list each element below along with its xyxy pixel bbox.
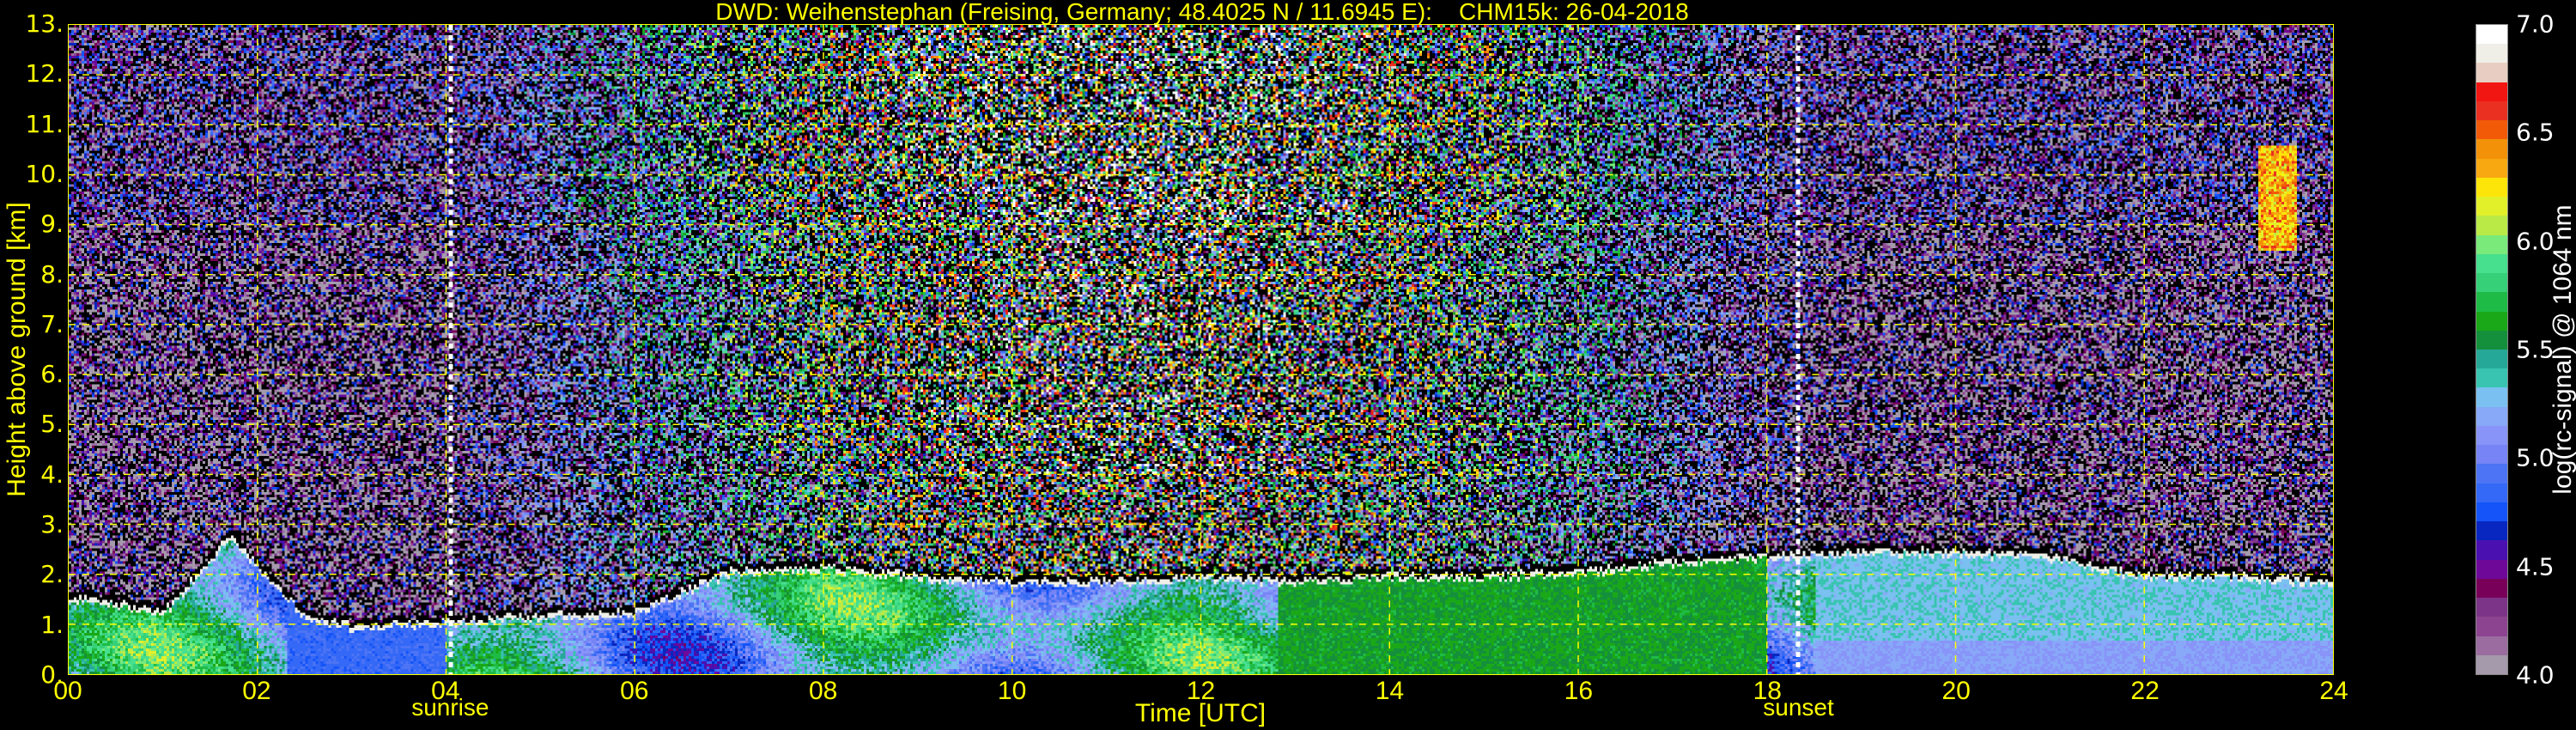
y-tick-label: 11. (25, 109, 64, 138)
colorbar-segment (2476, 216, 2507, 235)
y-tick-label: 5. (40, 410, 64, 439)
x-tick-label: 22 (2130, 677, 2160, 705)
y-axis-label: Height above ground [km] (3, 202, 31, 497)
y-tick-label: 13. (25, 9, 64, 38)
colorbar-segment (2476, 540, 2507, 560)
colorbar-segment (2476, 502, 2507, 522)
colorbar-segment (2476, 578, 2507, 599)
colorbar-segment (2476, 654, 2507, 674)
colorbar-segment (2476, 292, 2507, 312)
colorbar-tick-label: 4.5 (2516, 552, 2555, 581)
colorbar-segment (2476, 598, 2507, 617)
x-tick-label: 14 (1375, 677, 1405, 705)
colorbar-segment (2476, 636, 2507, 655)
chart-title: DWD: Weihenstephan (Freising, Germany; 4… (715, 0, 1689, 25)
colorbar-segment (2476, 273, 2507, 293)
colorbar-segment (2476, 387, 2507, 407)
event-label-sunrise: sunrise (411, 694, 489, 721)
colorbar-segment (2476, 464, 2507, 484)
colorbar-segment (2476, 234, 2507, 254)
y-tick-label: 7. (40, 309, 64, 338)
colorbar-segment (2476, 483, 2507, 502)
colorbar-segment (2476, 177, 2507, 198)
colorbar-segment (2476, 311, 2507, 331)
colorbar-segment (2476, 349, 2507, 369)
y-tick-label: 8. (40, 259, 64, 289)
y-tick-label: 10. (25, 159, 64, 188)
colorbar-segment (2476, 559, 2507, 579)
plot-area (68, 24, 2334, 675)
colorbar-tick-label: 4.0 (2516, 660, 2555, 690)
colorbar-segment (2476, 521, 2507, 541)
y-tick-label: 9. (40, 210, 64, 239)
x-tick-label: 06 (620, 677, 649, 705)
colorbar-segment (2476, 82, 2507, 101)
colorbar-segment (2476, 120, 2507, 140)
colorbar-segment (2476, 406, 2507, 426)
colorbar-segment (2476, 253, 2507, 274)
y-tick-label: 2. (40, 560, 64, 589)
colorbar-label: log(rc-signal) @ 1064 nm (2549, 204, 2576, 495)
x-tick-label: 02 (242, 677, 271, 705)
colorbar-segment (2476, 445, 2507, 465)
colorbar-segment (2476, 425, 2507, 446)
colorbar-segment (2476, 139, 2507, 159)
colorbar (2476, 24, 2508, 675)
colorbar-segment (2476, 100, 2507, 121)
colorbar-segment (2476, 158, 2507, 178)
y-tick-label: 4. (40, 459, 64, 489)
x-tick-label: 08 (808, 677, 838, 705)
y-tick-label: 3. (40, 510, 64, 539)
x-tick-label: 24 (2319, 677, 2348, 705)
colorbar-segment (2476, 63, 2507, 82)
colorbar-tick-label: 6.5 (2516, 118, 2555, 147)
x-tick-label: 10 (997, 677, 1027, 705)
event-label-sunset: sunset (1763, 694, 1834, 721)
colorbar-segment (2476, 368, 2507, 388)
colorbar-segment (2476, 330, 2507, 350)
x-axis-label: Time [UTC] (1134, 699, 1267, 727)
grid-overlay (69, 25, 2333, 674)
x-tick-label: 16 (1564, 677, 1594, 705)
y-tick-label: 12. (25, 59, 64, 88)
y-tick-label: 6. (40, 360, 64, 389)
colorbar-segment (2476, 44, 2507, 64)
x-tick-label: 00 (53, 677, 82, 705)
colorbar-segment (2476, 25, 2507, 45)
y-tick-label: 1. (40, 610, 64, 639)
colorbar-segment (2476, 197, 2507, 216)
colorbar-segment (2476, 617, 2507, 636)
colorbar-tick-label: 7.0 (2516, 9, 2555, 39)
x-tick-label: 20 (1941, 677, 1971, 705)
